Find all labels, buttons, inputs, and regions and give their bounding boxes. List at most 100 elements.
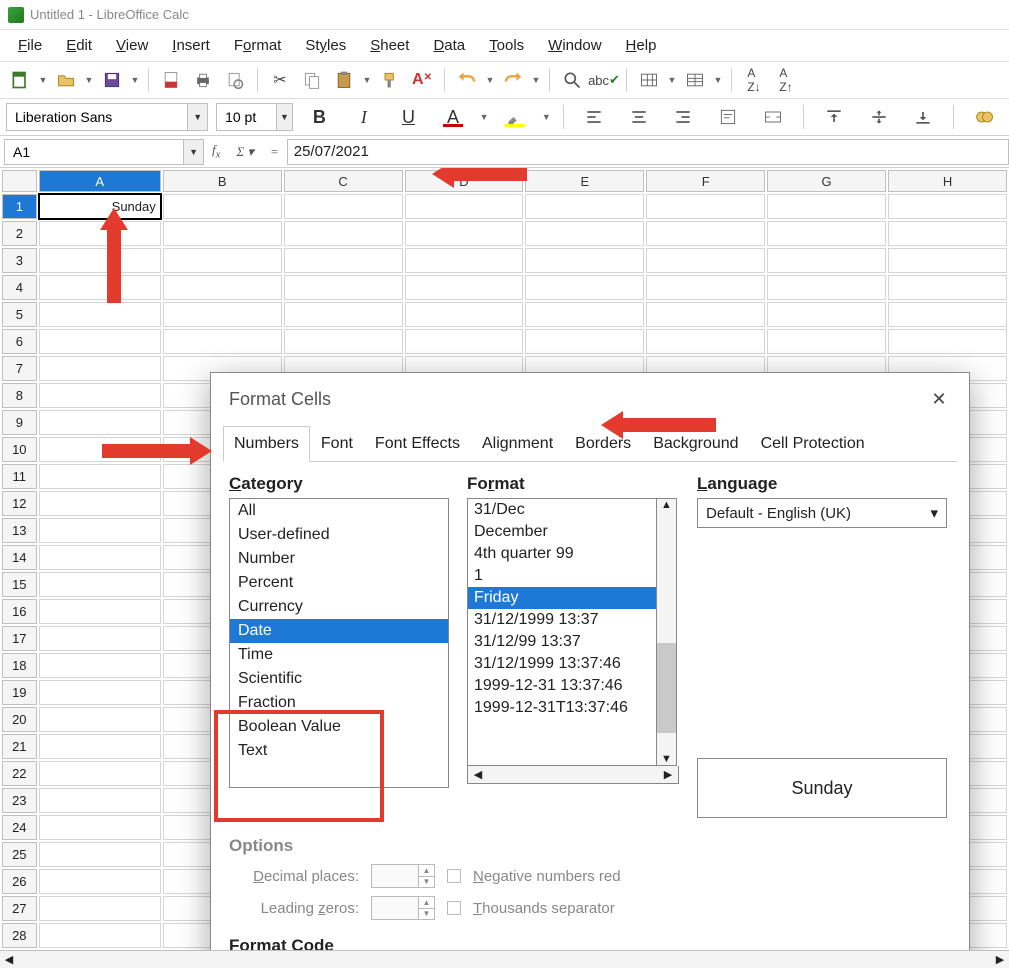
col-dropdown[interactable]: ▼ [713, 75, 723, 85]
menu-sheet[interactable]: Sheet [360, 33, 419, 58]
row-header-28[interactable]: 28 [2, 923, 37, 948]
name-box-input[interactable] [5, 144, 183, 160]
cell-A22[interactable] [39, 761, 161, 786]
sheet-hscrollbar[interactable]: ◀ ▶ [0, 950, 1009, 968]
hscroll-left-icon[interactable]: ◀ [468, 766, 488, 783]
currency-icon[interactable] [966, 103, 1003, 131]
cell-A23[interactable] [39, 788, 161, 813]
cell-A15[interactable] [39, 572, 161, 597]
row-header-6[interactable]: 6 [2, 329, 37, 354]
row-header-24[interactable]: 24 [2, 815, 37, 840]
row-header-22[interactable]: 22 [2, 761, 37, 786]
cell-E4[interactable] [525, 275, 644, 300]
undo-dropdown[interactable]: ▼ [485, 75, 495, 85]
menu-data[interactable]: Data [423, 33, 475, 58]
close-icon[interactable]: ✕ [927, 387, 951, 411]
sort-desc-icon[interactable]: AZ↑ [772, 66, 800, 94]
cell-H4[interactable] [888, 275, 1007, 300]
cell-E5[interactable] [525, 302, 644, 327]
tab-numbers[interactable]: Numbers [223, 426, 310, 462]
sum-icon[interactable]: Σ ▾ [228, 144, 262, 160]
row-header-11[interactable]: 11 [2, 464, 37, 489]
col-header-B[interactable]: B [163, 170, 282, 192]
cell-G5[interactable] [767, 302, 886, 327]
format-item[interactable]: 4th quarter 99 [468, 543, 656, 565]
row-header-12[interactable]: 12 [2, 491, 37, 516]
tab-borders[interactable]: Borders [564, 426, 642, 462]
format-item[interactable]: Friday [468, 587, 656, 609]
font-size-combo[interactable]: ▼ [216, 103, 293, 131]
cell-D1[interactable] [405, 194, 524, 219]
cell-B1[interactable] [163, 194, 282, 219]
cell-D4[interactable] [405, 275, 524, 300]
row-header-25[interactable]: 25 [2, 842, 37, 867]
cell-A7[interactable] [39, 356, 161, 381]
cell-G6[interactable] [767, 329, 886, 354]
hscroll-right-icon[interactable]: ▶ [658, 766, 678, 783]
column-headers[interactable]: A B C D E F G H [2, 170, 1007, 192]
cell-A26[interactable] [39, 869, 161, 894]
copy-icon[interactable] [298, 66, 326, 94]
row-header-21[interactable]: 21 [2, 734, 37, 759]
format-item[interactable]: 1999-12-31T13:37:46 [468, 697, 656, 719]
cell-H1[interactable] [888, 194, 1007, 219]
tab-background[interactable]: Background [642, 426, 749, 462]
category-item[interactable]: User-defined [230, 523, 448, 547]
category-item[interactable]: All [230, 499, 448, 523]
underline-button[interactable]: U [390, 103, 427, 131]
font-name-input[interactable] [7, 109, 187, 125]
clear-format-icon[interactable]: A✕ [408, 66, 436, 94]
cell-H2[interactable] [888, 221, 1007, 246]
col-header-A[interactable]: A [39, 170, 161, 192]
cell-D3[interactable] [405, 248, 524, 273]
col-icon[interactable] [681, 66, 709, 94]
new-icon[interactable] [6, 66, 34, 94]
format-item[interactable]: 1 [468, 565, 656, 587]
cell-A12[interactable] [39, 491, 161, 516]
cell-A19[interactable] [39, 680, 161, 705]
highlight-button[interactable] [497, 103, 534, 131]
row-header-23[interactable]: 23 [2, 788, 37, 813]
spellcheck-icon[interactable]: abc✔ [590, 66, 618, 94]
paste-icon[interactable] [330, 66, 358, 94]
cell-E2[interactable] [525, 221, 644, 246]
cell-G4[interactable] [767, 275, 886, 300]
cell-F4[interactable] [646, 275, 765, 300]
row-dropdown[interactable]: ▼ [667, 75, 677, 85]
save-icon[interactable] [98, 66, 126, 94]
font-color-button[interactable]: A [435, 103, 472, 131]
cell-A11[interactable] [39, 464, 161, 489]
row-header-9[interactable]: 9 [2, 410, 37, 435]
row-header-8[interactable]: 8 [2, 383, 37, 408]
row-header-3[interactable]: 3 [2, 248, 37, 273]
cell-A4[interactable] [39, 275, 161, 300]
cell-D5[interactable] [405, 302, 524, 327]
col-header-C[interactable]: C [284, 170, 403, 192]
col-header-F[interactable]: F [646, 170, 765, 192]
cell-F5[interactable] [646, 302, 765, 327]
menu-help[interactable]: Help [616, 33, 667, 58]
italic-button[interactable]: I [346, 103, 383, 131]
cell-B3[interactable] [163, 248, 282, 273]
cell-G2[interactable] [767, 221, 886, 246]
row-icon[interactable] [635, 66, 663, 94]
font-size-dropdown[interactable]: ▼ [276, 104, 292, 130]
cell-A24[interactable] [39, 815, 161, 840]
cell-A3[interactable] [39, 248, 161, 273]
cell-C1[interactable] [284, 194, 403, 219]
find-icon[interactable] [558, 66, 586, 94]
row-header-15[interactable]: 15 [2, 572, 37, 597]
category-item[interactable]: Time [230, 643, 448, 667]
print-preview-icon[interactable] [221, 66, 249, 94]
format-item[interactable]: December [468, 521, 656, 543]
cell-A27[interactable] [39, 896, 161, 921]
cell-H6[interactable] [888, 329, 1007, 354]
cell-F6[interactable] [646, 329, 765, 354]
cell-A17[interactable] [39, 626, 161, 651]
cell-B2[interactable] [163, 221, 282, 246]
row-header-14[interactable]: 14 [2, 545, 37, 570]
scroll-up-icon[interactable]: ▲ [661, 499, 672, 511]
row-header-20[interactable]: 20 [2, 707, 37, 732]
format-item[interactable]: 1999-12-31 13:37:46 [468, 675, 656, 697]
valign-middle-icon[interactable] [860, 103, 897, 131]
